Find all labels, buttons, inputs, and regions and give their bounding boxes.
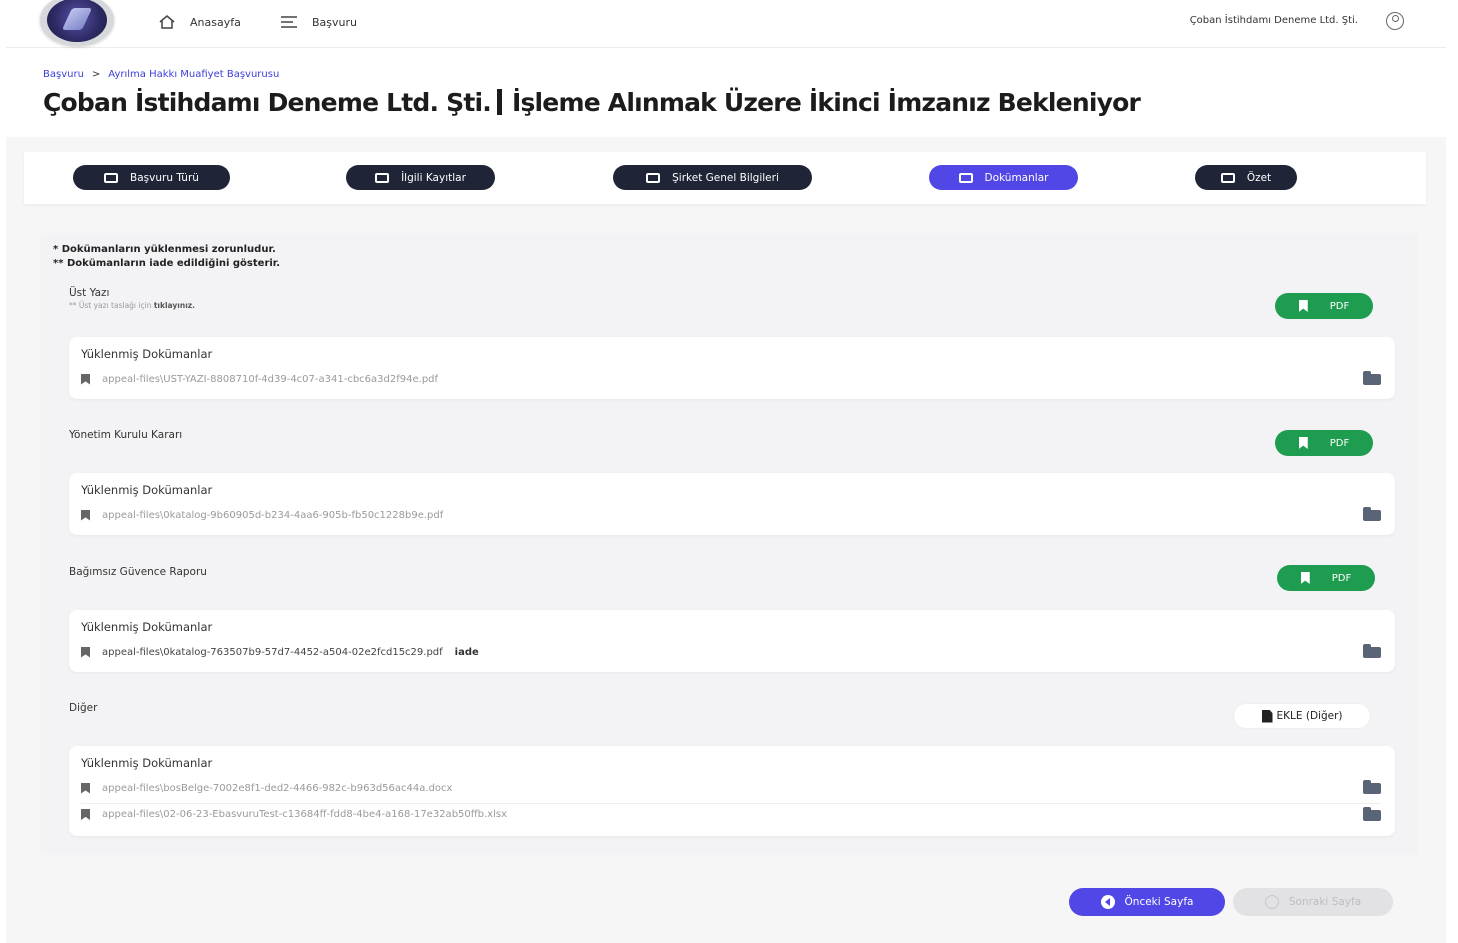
- company-name: Çoban İstihdamı Deneme Ltd. Şti.: [1189, 15, 1358, 26]
- cover-letter-template-link[interactable]: tıklayınız.: [154, 301, 195, 310]
- file-row[interactable]: appeal-files\02-06-23-EbasvuruTest-c1368…: [81, 803, 1381, 825]
- title-divider: [496, 89, 502, 115]
- section-title-board-decision: Yönetim Kurulu Kararı: [69, 429, 183, 441]
- note-required: * Dokümanların yüklenmesi zorunludur.: [53, 244, 276, 255]
- next-page-button[interactable]: Sonraki Sayfa: [1233, 888, 1393, 916]
- logo-emblem: [47, 0, 107, 42]
- uploaded-docs-title: Yüklenmiş Dokümanlar: [81, 347, 213, 361]
- step-label: Başvuru Türü: [130, 171, 199, 184]
- top-navbar: Anasayfa Başvuru Çoban İstihdamı Deneme …: [6, 0, 1446, 48]
- nav-home[interactable]: Anasayfa: [158, 12, 241, 32]
- pdf-button-label: PDF: [1329, 300, 1350, 312]
- breadcrumb-current[interactable]: Ayrılma Hakkı Muafiyet Başvurusu: [108, 69, 279, 80]
- uploaded-docs-card: Yüklenmiş Dokümanlar appeal-files\0katal…: [69, 473, 1395, 535]
- bookmark-icon: [1298, 300, 1308, 312]
- step-summary[interactable]: Özet: [1195, 165, 1297, 190]
- pdf-button-label: PDF: [1329, 437, 1350, 449]
- bookmark-icon: [1300, 572, 1310, 584]
- file-bookmark-icon: [81, 509, 90, 521]
- previous-page-button[interactable]: Önceki Sayfa: [1069, 888, 1225, 916]
- app-logo[interactable]: [40, 0, 114, 46]
- step-bar: Başvuru Türü İlgili Kayıtlar Şirket Gene…: [24, 152, 1426, 204]
- document-icon: [1261, 709, 1273, 723]
- file-name[interactable]: appeal-files\0katalog-9b60905d-b234-4aa6…: [102, 510, 443, 521]
- add-other-label: EKLE (Diğer): [1276, 710, 1343, 722]
- uploaded-docs-card: Yüklenmiş Dokümanlar appeal-files\0katal…: [69, 610, 1395, 672]
- step-square-icon: [104, 172, 119, 183]
- note-returned: ** Dokümanların iade edildiğini gösterir…: [53, 258, 281, 269]
- nav-apply-label: Başvuru: [312, 15, 357, 29]
- page-title: Çoban İstihdamı Deneme Ltd. Şti. İşleme A…: [43, 88, 1141, 117]
- file-name[interactable]: appeal-files\bosBelge-7002e8f1-ded2-4466…: [102, 783, 452, 794]
- step-square-icon: [375, 172, 390, 183]
- folder-icon[interactable]: [1363, 644, 1381, 658]
- add-other-button[interactable]: EKLE (Diğer): [1233, 703, 1371, 729]
- step-label: Özet: [1246, 171, 1272, 184]
- file-bookmark-icon: [81, 646, 90, 658]
- step-label: Şirket Genel Bilgileri: [672, 171, 779, 184]
- pdf-button-label: PDF: [1331, 572, 1352, 584]
- folder-icon[interactable]: [1363, 507, 1381, 521]
- page-title-status: İşleme Alınmak Üzere İkinci İmzanız Bekl…: [511, 88, 1141, 117]
- file-row[interactable]: appeal-files\0katalog-763507b9-57d7-4452…: [81, 641, 1381, 663]
- home-icon: [158, 13, 176, 31]
- page-title-company: Çoban İstihdamı Deneme Ltd. Şti.: [43, 88, 492, 117]
- arrow-right-circle-icon: [1264, 895, 1279, 909]
- uploaded-docs-title: Yüklenmiş Dokümanlar: [81, 483, 213, 497]
- step-company-info[interactable]: Şirket Genel Bilgileri: [613, 165, 812, 190]
- breadcrumb-separator: >: [91, 69, 101, 80]
- uploaded-docs-card: Yüklenmiş Dokümanlar appeal-files\UST-YA…: [69, 337, 1395, 399]
- pdf-button-board-decision[interactable]: PDF: [1275, 430, 1373, 456]
- step-label: İlgili Kayıtlar: [401, 171, 466, 184]
- step-related-records[interactable]: İlgili Kayıtlar: [346, 165, 495, 190]
- user-circle-icon[interactable]: [1386, 12, 1404, 30]
- step-square-icon: [1220, 172, 1235, 183]
- returned-badge: iade: [454, 646, 479, 658]
- breadcrumb: Başvuru > Ayrılma Hakkı Muafiyet Başvuru…: [43, 69, 279, 80]
- pdf-button-assurance-report[interactable]: PDF: [1277, 565, 1375, 591]
- cover-letter-hint: ** Üst yazı taslağı için tıklayınız.: [69, 301, 195, 310]
- breadcrumb-root[interactable]: Başvuru: [43, 69, 84, 80]
- folder-icon[interactable]: [1363, 780, 1381, 794]
- uploaded-docs-title: Yüklenmiş Dokümanlar: [81, 620, 213, 634]
- file-row[interactable]: appeal-files\bosBelge-7002e8f1-ded2-4466…: [81, 777, 1381, 799]
- section-title-cover-letter: Üst Yazı: [69, 287, 110, 299]
- arrow-left-circle-icon: [1100, 895, 1115, 909]
- cover-letter-hint-text: ** Üst yazı taslağı için: [69, 301, 152, 310]
- file-name[interactable]: appeal-files\0katalog-763507b9-57d7-4452…: [102, 647, 443, 658]
- previous-page-label: Önceki Sayfa: [1124, 896, 1194, 908]
- file-name[interactable]: appeal-files\UST-YAZI-8808710f-4d39-4c07…: [102, 374, 438, 385]
- file-bookmark-icon: [81, 782, 90, 794]
- file-bookmark-icon: [81, 809, 90, 820]
- file-row[interactable]: appeal-files\0katalog-9b60905d-b234-4aa6…: [81, 504, 1381, 526]
- step-square-icon: [646, 172, 661, 183]
- file-bookmark-icon: [81, 373, 90, 385]
- menu-icon: [280, 13, 298, 31]
- step-square-icon: [958, 172, 973, 183]
- nav-apply[interactable]: Başvuru: [280, 12, 357, 32]
- nav-home-label: Anasayfa: [190, 15, 241, 29]
- file-row[interactable]: appeal-files\UST-YAZI-8808710f-4d39-4c07…: [81, 368, 1381, 390]
- step-label: Dokümanlar: [984, 171, 1049, 184]
- section-title-assurance-report: Bağımsız Güvence Raporu: [69, 566, 207, 578]
- uploaded-docs-title: Yüklenmiş Dokümanlar: [81, 756, 213, 770]
- step-application-type[interactable]: Başvuru Türü: [73, 165, 230, 190]
- bookmark-icon: [1298, 437, 1308, 449]
- step-documents[interactable]: Dokümanlar: [929, 165, 1078, 190]
- folder-icon[interactable]: [1363, 371, 1381, 385]
- pdf-button-cover-letter[interactable]: PDF: [1275, 293, 1373, 319]
- section-title-other: Diğer: [69, 702, 98, 714]
- uploaded-docs-card: Yüklenmiş Dokümanlar appeal-files\bosBel…: [69, 746, 1395, 836]
- folder-icon[interactable]: [1363, 807, 1381, 821]
- file-name[interactable]: appeal-files\02-06-23-EbasvuruTest-c1368…: [102, 809, 507, 820]
- next-page-label: Sonraki Sayfa: [1288, 896, 1362, 908]
